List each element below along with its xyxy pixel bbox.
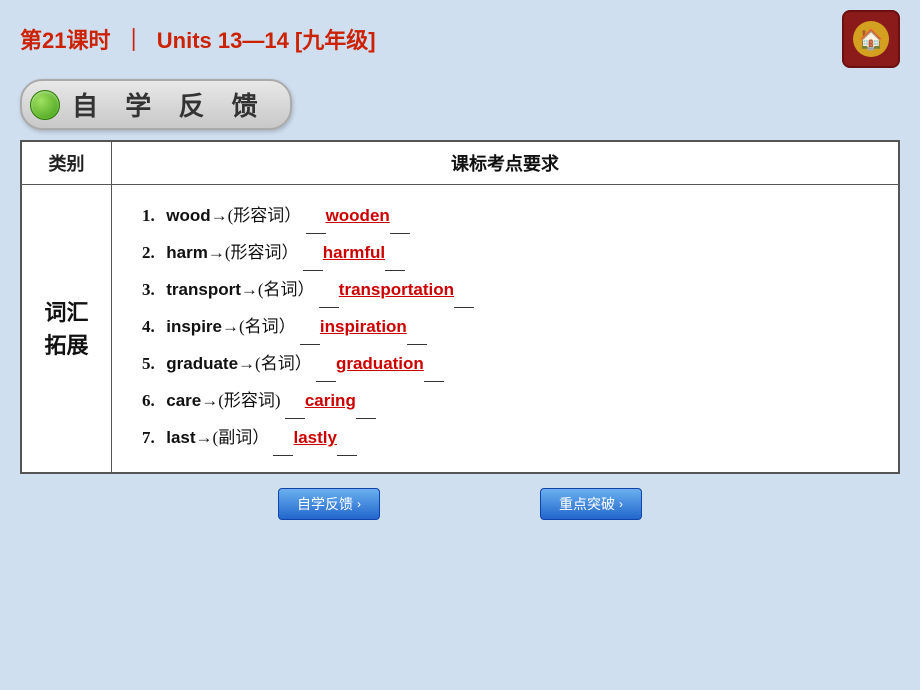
header: 第21课时 ｜ Units 13—14 [九年级] 🏠 xyxy=(0,0,920,73)
list-item: 4. inspire→(名词） inspiration xyxy=(142,310,878,345)
key-points-btn[interactable]: 重点突破 › xyxy=(540,488,642,520)
item-num: 2. xyxy=(142,236,162,270)
list-item: 5. graduate→(名词） graduation xyxy=(142,347,878,382)
item-type: →(副词） xyxy=(196,428,270,447)
item-type: →(形容词） xyxy=(208,243,299,262)
list-item: 2. harm→(形容词） harmful xyxy=(142,236,878,271)
item-num: 4. xyxy=(142,310,162,344)
answer: lastly xyxy=(293,428,336,447)
list-item: 6. care→(形容词) caring xyxy=(142,384,878,419)
category-cell: 词汇拓展 xyxy=(22,185,112,473)
home-button[interactable]: 🏠 xyxy=(842,10,900,68)
item-word: care xyxy=(166,391,201,410)
section-label-text: 自 学 反 馈 xyxy=(72,86,268,123)
list-item: 7. last→(副词） lastly xyxy=(142,421,878,456)
answer: graduation xyxy=(336,354,424,373)
col2-header: 课标考点要求 xyxy=(112,142,899,185)
item-type: →(名词） xyxy=(222,317,296,336)
page-title: 第21课时 ｜ Units 13—14 [九年级] xyxy=(20,23,376,55)
col1-header: 类别 xyxy=(22,142,112,185)
item-num: 6. xyxy=(142,384,162,418)
item-num: 5. xyxy=(142,347,162,381)
item-word: graduate xyxy=(166,354,238,373)
answer: transportation xyxy=(339,280,454,299)
section-label: 自 学 反 馈 xyxy=(20,79,292,130)
item-type: →(形容词） xyxy=(211,206,302,225)
item-type: →(名词） xyxy=(238,354,312,373)
item-word: last xyxy=(166,428,195,447)
answer: harmful xyxy=(323,243,385,262)
footer: 自学反馈 › 重点突破 › xyxy=(0,488,920,530)
item-type: →(名词） xyxy=(241,280,315,299)
arrow-icon: › xyxy=(357,497,361,511)
item-word: inspire xyxy=(166,317,222,336)
self-study-btn[interactable]: 自学反馈 › xyxy=(278,488,380,520)
item-type: →(形容词) xyxy=(201,391,280,410)
answer: caring xyxy=(305,391,356,410)
arrow-icon: › xyxy=(619,497,623,511)
item-word: harm xyxy=(166,243,208,262)
item-num: 7. xyxy=(142,421,162,455)
content-table: 类别 课标考点要求 词汇拓展 1. wood→(形容词） wooden 2. h… xyxy=(20,140,900,474)
content-cell: 1. wood→(形容词） wooden 2. harm→(形容词） harmf… xyxy=(112,185,899,473)
answer: wooden xyxy=(326,206,390,225)
item-num: 3. xyxy=(142,273,162,307)
item-num: 1. xyxy=(142,199,162,233)
list-item: 3. transport→(名词） transportation xyxy=(142,273,878,308)
item-word: wood xyxy=(166,206,210,225)
answer: inspiration xyxy=(320,317,407,336)
green-dot-icon xyxy=(30,90,60,120)
list-item: 1. wood→(形容词） wooden xyxy=(142,199,878,234)
home-icon: 🏠 xyxy=(853,21,889,57)
item-word: transport xyxy=(166,280,241,299)
